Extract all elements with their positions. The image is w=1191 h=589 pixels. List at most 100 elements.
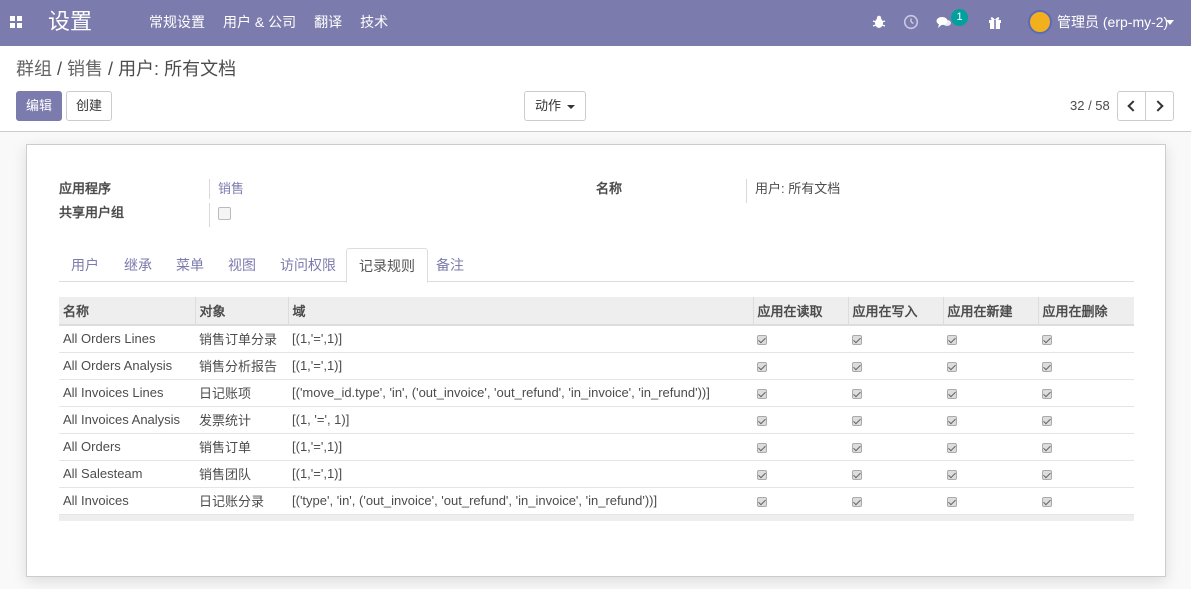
menu-technical[interactable]: 技术 bbox=[360, 13, 388, 31]
table-row[interactable]: All Salesteam 销售团队 [(1,'=',1)] bbox=[59, 460, 1134, 488]
column-header-read[interactable]: 应用在读取 bbox=[752, 297, 848, 326]
tab-record-rules[interactable]: 记录规则 bbox=[346, 248, 428, 283]
gift-icon[interactable] bbox=[987, 14, 1003, 30]
write-checkbox bbox=[852, 442, 862, 453]
tab-views[interactable]: 视图 bbox=[216, 248, 268, 282]
create-checkbox bbox=[947, 442, 957, 453]
read-checkbox bbox=[757, 496, 767, 507]
table-row[interactable]: All Orders Analysis 销售分析报告 [(1,'=',1)] bbox=[59, 352, 1134, 380]
top-navbar: 设置 常规设置 用户 & 公司 翻译 技术 1 管理员 (erp-my-2) bbox=[0, 0, 1191, 46]
user-avatar[interactable] bbox=[1028, 10, 1052, 34]
rule-domain: [(1,'=',1)] bbox=[288, 325, 753, 353]
write-checkbox bbox=[852, 334, 862, 345]
pager-next-button[interactable] bbox=[1145, 91, 1174, 121]
shared-group-checkbox[interactable] bbox=[218, 207, 231, 220]
name-label: 名称 bbox=[596, 181, 623, 196]
action-dropdown-button[interactable]: 动作 bbox=[524, 91, 586, 121]
write-checkbox bbox=[852, 415, 862, 426]
field-divider bbox=[209, 179, 210, 199]
user-menu-caret-icon[interactable] bbox=[1166, 20, 1174, 25]
table-row[interactable]: All Invoices Lines 日记账项 [('move_id.type'… bbox=[59, 379, 1134, 407]
read-checkbox bbox=[757, 388, 767, 399]
tab-inherited[interactable]: 继承 bbox=[112, 248, 164, 282]
table-row[interactable]: All Invoices 日记账分录 [('type', 'in', ('out… bbox=[59, 487, 1134, 515]
menu-general-settings[interactable]: 常规设置 bbox=[149, 13, 205, 31]
user-menu-name[interactable]: 管理员 (erp-my-2) bbox=[1057, 14, 1168, 31]
edit-button[interactable]: 编辑 bbox=[16, 91, 62, 121]
main-menu: 常规设置 用户 & 公司 翻译 技术 bbox=[149, 13, 406, 31]
application-link[interactable]: 销售 bbox=[218, 181, 244, 197]
rule-name: All Invoices bbox=[59, 487, 195, 515]
notebook-tabs: 用户 继承 菜单 视图 访问权限 记录规则 备注 bbox=[59, 248, 1134, 283]
breadcrumb-sales[interactable]: 销售 bbox=[67, 59, 103, 79]
rule-object: 销售订单分录 bbox=[195, 325, 288, 353]
control-panel: 群组 / 销售 / 用户: 所有文档 编辑 创建 动作 32 / 58 bbox=[0, 46, 1191, 132]
create-checkbox bbox=[947, 334, 957, 345]
pager-value[interactable]: 32 / 58 bbox=[1070, 98, 1110, 113]
rule-domain: [('move_id.type', 'in', ('out_invoice', … bbox=[288, 379, 753, 407]
create-button[interactable]: 创建 bbox=[66, 91, 112, 121]
delete-checkbox bbox=[1042, 496, 1052, 507]
shared-group-label: 共享用户组 bbox=[59, 205, 125, 220]
breadcrumb: 群组 / 销售 / 用户: 所有文档 bbox=[16, 58, 236, 80]
apps-grid-icon[interactable] bbox=[10, 16, 23, 29]
tab-access-rights[interactable]: 访问权限 bbox=[268, 248, 348, 282]
breadcrumb-groups[interactable]: 群组 bbox=[16, 59, 52, 79]
chat-bubbles-icon[interactable] bbox=[936, 14, 952, 30]
menu-users-companies[interactable]: 用户 & 公司 bbox=[223, 13, 296, 31]
table-row[interactable]: All Orders Lines 销售订单分录 [(1,'=',1)] bbox=[59, 325, 1134, 353]
tab-users[interactable]: 用户 bbox=[59, 248, 111, 282]
column-header-delete[interactable]: 应用在删除 bbox=[1037, 297, 1134, 326]
rule-name: All Invoices Analysis bbox=[59, 406, 195, 434]
field-divider bbox=[746, 179, 747, 203]
table-row[interactable]: All Orders 销售订单 [(1,'=',1)] bbox=[59, 433, 1134, 461]
breadcrumb-current: 用户: 所有文档 bbox=[118, 59, 237, 79]
column-header-create[interactable]: 应用在新建 bbox=[942, 297, 1038, 326]
column-header-name[interactable]: 名称 bbox=[59, 297, 195, 326]
delete-checkbox bbox=[1042, 442, 1052, 453]
column-header-write[interactable]: 应用在写入 bbox=[847, 297, 943, 326]
name-value: 用户: 所有文档 bbox=[755, 181, 841, 196]
rule-object: 日记账分录 bbox=[195, 487, 288, 515]
rule-domain: [(1,'=',1)] bbox=[288, 433, 753, 461]
form-sheet: 应用程序 销售 共享用户组 名称 用户: 所有文档 用户 继承 菜单 视图 访问… bbox=[26, 144, 1166, 577]
column-header-domain[interactable]: 域 bbox=[287, 297, 753, 326]
delete-checkbox bbox=[1042, 334, 1052, 345]
table-header-row: 名称 对象 域 应用在读取 应用在写入 应用在新建 应用在删除 bbox=[59, 297, 1134, 326]
activity-clock-icon[interactable] bbox=[903, 14, 919, 30]
delete-checkbox bbox=[1042, 388, 1052, 399]
create-checkbox bbox=[947, 388, 957, 399]
read-checkbox bbox=[757, 469, 767, 480]
rule-name: All Invoices Lines bbox=[59, 379, 195, 407]
create-checkbox bbox=[947, 469, 957, 480]
table-footer bbox=[59, 514, 1134, 521]
rule-domain: [(1, '=', 1)] bbox=[288, 406, 753, 434]
delete-checkbox bbox=[1042, 415, 1052, 426]
menu-translations[interactable]: 翻译 bbox=[314, 13, 342, 31]
tab-notes[interactable]: 备注 bbox=[424, 248, 476, 282]
breadcrumb-separator: / bbox=[57, 59, 68, 79]
debug-bug-icon[interactable] bbox=[871, 14, 887, 30]
record-rules-table: 名称 对象 域 应用在读取 应用在写入 应用在新建 应用在删除 All Orde… bbox=[59, 297, 1134, 521]
read-checkbox bbox=[757, 334, 767, 345]
app-title: 设置 bbox=[48, 9, 93, 34]
rule-name: All Orders bbox=[59, 433, 195, 461]
table-row[interactable]: All Invoices Analysis 发票统计 [(1, '=', 1)] bbox=[59, 406, 1134, 434]
rule-domain: [(1,'=',1)] bbox=[288, 352, 753, 380]
delete-checkbox bbox=[1042, 469, 1052, 480]
pager-previous-button[interactable] bbox=[1117, 91, 1146, 121]
write-checkbox bbox=[852, 388, 862, 399]
create-checkbox bbox=[947, 496, 957, 507]
application-label: 应用程序 bbox=[59, 181, 112, 196]
read-checkbox bbox=[757, 361, 767, 372]
delete-checkbox bbox=[1042, 361, 1052, 372]
tab-menus[interactable]: 菜单 bbox=[164, 248, 216, 282]
rule-name: All Salesteam bbox=[59, 460, 195, 488]
rule-object: 日记账项 bbox=[195, 379, 288, 407]
read-checkbox bbox=[757, 442, 767, 453]
write-checkbox bbox=[852, 361, 862, 372]
rule-name: All Orders Analysis bbox=[59, 352, 195, 380]
breadcrumb-separator: / bbox=[108, 59, 119, 79]
column-header-object[interactable]: 对象 bbox=[194, 297, 288, 326]
rule-object: 销售分析报告 bbox=[195, 352, 288, 380]
